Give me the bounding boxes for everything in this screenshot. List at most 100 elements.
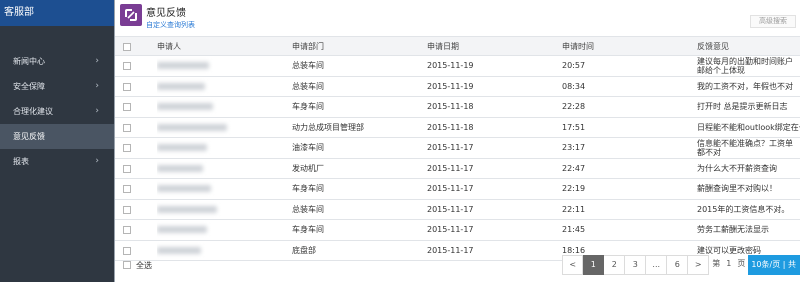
department-cell: 发动机厂 (292, 163, 324, 173)
date-cell: 2015-11-17 (427, 184, 474, 193)
table-row[interactable]: 总装车间 2015-11-19 08:34 我的工资不对，年假也不对 (115, 77, 800, 97)
applicant-name-redacted (157, 159, 277, 179)
sidebar-item-suggestions[interactable]: 合理化建议 › (0, 99, 114, 124)
time-cell: 17:51 (562, 122, 586, 132)
time-cell: 22:28 (562, 102, 586, 111)
applicant-name-redacted (157, 200, 277, 220)
select-all-label: 全选 (136, 261, 152, 270)
sidebar-item-feedback[interactable]: 意见反馈 (0, 124, 114, 149)
page-ellipsis: ... (646, 255, 668, 275)
advanced-search-button[interactable]: 高级搜索 (750, 15, 796, 28)
sidebar-item-label: 意见反馈 (13, 132, 45, 141)
row-checkbox[interactable] (123, 185, 131, 193)
department-cell: 总装车间 (292, 61, 324, 70)
prev-page-button[interactable]: < (562, 255, 584, 275)
custom-query-list-link[interactable]: 自定义查询列表 (146, 20, 195, 30)
time-cell: 22:19 (562, 184, 586, 193)
feedback-cell: 日程能不能和outlook绑定在一 (697, 122, 800, 132)
date-cell: 2015-11-17 (427, 225, 474, 234)
table-row[interactable]: 动力总成项目管理部 2015-11-18 17:51 日程能不能和outlook… (115, 118, 800, 138)
date-cell: 2015-11-17 (427, 204, 474, 214)
applicant-name-redacted (157, 77, 277, 97)
feedback-cell: 薪酬查询里不对购以！ (697, 184, 777, 193)
chevron-right-icon: › (95, 81, 99, 91)
time-cell: 22:47 (562, 163, 586, 173)
table-row[interactable]: 车身车间 2015-11-18 22:28 打开时 总是提示更新日志 (115, 97, 800, 118)
time-cell: 21:45 (562, 225, 586, 234)
table-row[interactable]: 总装车间 2015-11-19 20:57 建议每月的出勤和时间账户邮给个上体现 (115, 56, 800, 77)
sidebar-menu: 新闻中心 › 安全保障 › 合理化建议 › 意见反馈 报表 › (0, 49, 114, 174)
goto-suffix: 页 (734, 255, 749, 275)
table-row[interactable]: 车身车间 2015-11-17 21:45 劳务工薪酬无法显示 (115, 220, 800, 241)
page-button[interactable]: 3 (625, 255, 647, 275)
feedback-cell: 为什么大不开薪资查询 (697, 163, 777, 173)
applicant-name-redacted (157, 220, 277, 240)
chevron-right-icon: › (95, 106, 99, 116)
sidebar-item-reports[interactable]: 报表 › (0, 149, 114, 174)
feedback-cell: 信息能不能准确点？工资单都不对 (697, 139, 793, 157)
pagination: < 1 2 3 ... 6 > 第 1 页 10条/页 | 共 (562, 255, 800, 275)
department-cell: 油漆车间 (292, 143, 324, 152)
column-header-time[interactable]: 申请时间 (562, 37, 682, 55)
applicant-name-redacted (157, 56, 277, 76)
date-cell: 2015-11-17 (427, 143, 474, 152)
page-button[interactable]: 2 (604, 255, 626, 275)
department-cell: 总装车间 (292, 204, 324, 214)
row-checkbox[interactable] (123, 226, 131, 234)
time-cell: 08:34 (562, 81, 586, 91)
link-swap-icon (125, 9, 137, 21)
column-header-feedback[interactable]: 反馈意见 (697, 37, 800, 55)
column-header-applicant[interactable]: 申请人 (157, 37, 277, 55)
sidebar-item-news[interactable]: 新闻中心 › (0, 49, 114, 74)
sidebar-item-label: 安全保障 (13, 82, 45, 91)
table-row[interactable]: 发动机厂 2015-11-17 22:47 为什么大不开薪资查询 (115, 159, 800, 179)
column-header-date[interactable]: 申请日期 (427, 37, 547, 55)
feedback-cell: 打开时 总是提示更新日志 (697, 102, 788, 111)
table-row[interactable]: 总装车间 2015-11-17 22:11 2015年的工资信息不对。 (115, 200, 800, 220)
row-checkbox[interactable] (123, 123, 131, 132)
row-checkbox[interactable] (123, 144, 131, 152)
time-cell: 22:11 (562, 204, 586, 214)
chevron-right-icon: › (95, 156, 99, 166)
applicant-name-redacted (157, 138, 277, 158)
department-cell: 车身车间 (292, 225, 324, 234)
select-all-checkbox[interactable] (123, 261, 131, 269)
page-size-select[interactable]: 10条/页 | 共 (748, 255, 800, 275)
department-cell: 总装车间 (292, 81, 324, 91)
sidebar-item-safety[interactable]: 安全保障 › (0, 74, 114, 99)
next-page-button[interactable]: > (688, 255, 710, 275)
time-cell: 20:57 (562, 61, 586, 70)
applicant-name-redacted (157, 97, 277, 117)
sidebar: 客服部 新闻中心 › 安全保障 › 合理化建议 › 意见反馈 报表 › (0, 0, 115, 282)
goto-page-input[interactable]: 1 (723, 255, 735, 275)
row-checkbox[interactable] (123, 164, 131, 173)
department-cell: 车身车间 (292, 102, 324, 111)
date-cell: 2015-11-18 (427, 122, 474, 132)
chevron-right-icon: › (95, 56, 99, 66)
page-button[interactable]: 6 (667, 255, 689, 275)
date-cell: 2015-11-18 (427, 102, 474, 111)
department-cell: 动力总成项目管理部 (292, 122, 364, 132)
table-row[interactable]: 车身车间 2015-11-17 22:19 薪酬查询里不对购以！ (115, 179, 800, 200)
row-checkbox[interactable] (123, 103, 131, 111)
row-checkbox[interactable] (123, 82, 131, 91)
header-checkbox[interactable] (123, 43, 131, 51)
feedback-cell: 建议每月的出勤和时间账户邮给个上体现 (697, 57, 793, 75)
feedback-table: 申请人 申请部门 申请日期 申请时间 反馈意见 总装车间 2015-11-19 … (115, 36, 800, 261)
select-all[interactable]: 全选 (123, 260, 152, 272)
page-header: 意见反馈 自定义查询列表 高级搜索 (115, 0, 800, 34)
table-footer: 全选 < 1 2 3 ... 6 > 第 1 页 10条/页 | 共 (115, 254, 800, 278)
feedback-cell: 劳务工薪酬无法显示 (697, 225, 769, 234)
feedback-app-icon (120, 4, 142, 26)
goto-prefix: 第 (709, 255, 724, 275)
column-header-department[interactable]: 申请部门 (292, 37, 422, 55)
row-checkbox[interactable] (123, 205, 131, 214)
date-cell: 2015-11-19 (427, 61, 474, 70)
row-checkbox[interactable] (123, 62, 131, 70)
table-row[interactable]: 油漆车间 2015-11-17 23:17 信息能不能准确点？工资单都不对 (115, 138, 800, 159)
applicant-name-redacted (157, 179, 277, 199)
time-cell: 23:17 (562, 143, 586, 152)
page-button-current[interactable]: 1 (583, 255, 605, 275)
sidebar-title: 客服部 (0, 0, 114, 26)
sidebar-item-label: 合理化建议 (13, 107, 53, 116)
